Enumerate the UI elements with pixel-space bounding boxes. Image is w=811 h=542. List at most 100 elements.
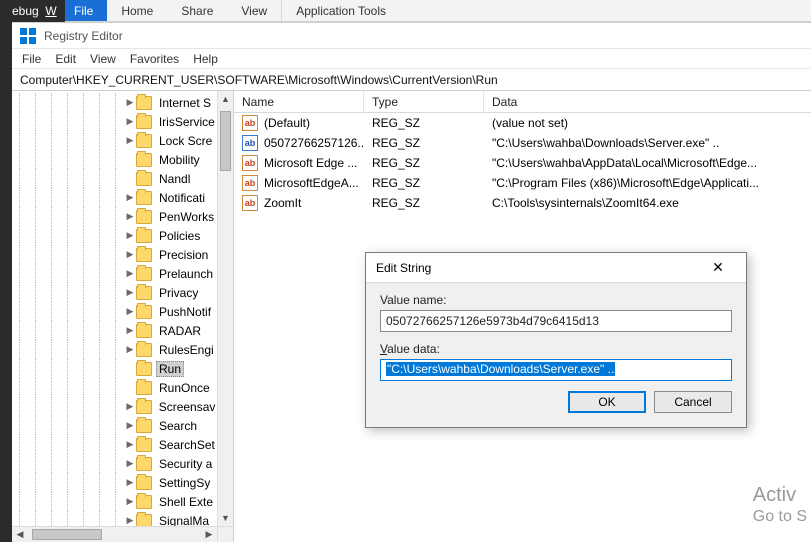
value-row[interactable]: 05072766257126...REG_SZ"C:\Users\wahba\D… (234, 133, 811, 153)
value-row[interactable]: MicrosoftEdgeA...REG_SZ"C:\Program Files… (234, 173, 811, 193)
tree-node[interactable]: ▶SignalMa (12, 511, 217, 526)
scroll-right-icon[interactable]: ▶ (201, 527, 217, 542)
tree-node-label: Shell Exte (156, 494, 216, 510)
string-value-icon (242, 135, 258, 151)
address-bar[interactable]: Computer\HKEY_CURRENT_USER\SOFTWARE\Micr… (12, 69, 811, 91)
expander-icon[interactable]: ▶ (124, 439, 136, 450)
value-name-input[interactable] (380, 310, 732, 332)
ribbon-share-tab[interactable]: Share (167, 0, 227, 21)
folder-icon (136, 514, 152, 527)
expander-icon[interactable]: ▶ (124, 230, 136, 241)
tree-node[interactable]: ▶ Policies (12, 226, 217, 245)
ok-button[interactable]: OK (568, 391, 646, 413)
ribbon-view-tab[interactable]: View (227, 0, 281, 21)
tree-node-label: Screensav (156, 399, 217, 415)
regedit-title: Registry Editor (44, 29, 123, 43)
tree-vscroll-thumb[interactable] (220, 111, 231, 171)
scroll-down-icon[interactable]: ▼ (218, 510, 233, 526)
folder-icon (136, 248, 152, 262)
tree-vscroll[interactable]: ▲ ▼ (217, 91, 233, 526)
tree-node[interactable]: ▶Lock Scre (12, 131, 217, 150)
tree-node[interactable]: ▶ SearchSet (12, 435, 217, 454)
value-name: 05072766257126... (264, 136, 364, 150)
folder-icon (136, 476, 152, 490)
tree-node[interactable]: RunOnce (12, 378, 217, 397)
tree-node[interactable]: ▶Search (12, 416, 217, 435)
folder-icon (136, 172, 152, 186)
value-data-input[interactable]: "C:\Users\wahba\Downloads\Server.exe" .. (380, 359, 732, 381)
menu-edit[interactable]: Edit (55, 52, 76, 66)
expander-icon[interactable]: ▶ (124, 344, 136, 355)
expander-icon[interactable]: ▶ (124, 515, 136, 526)
cancel-button[interactable]: Cancel (654, 391, 732, 413)
tree-node[interactable]: ▶ PenWorks (12, 207, 217, 226)
tree-node[interactable]: ▶ Screensav (12, 397, 217, 416)
col-data[interactable]: Data (484, 91, 811, 112)
tree-node-label: PenWorks (156, 209, 217, 225)
menu-view[interactable]: View (90, 52, 116, 66)
scroll-up-icon[interactable]: ▲ (218, 91, 233, 107)
tree-node[interactable]: Run (12, 359, 217, 378)
tree-hscroll[interactable]: ◀ ▶ (12, 526, 217, 542)
expander-icon[interactable]: ▶ (124, 287, 136, 298)
tree-hscroll-thumb[interactable] (32, 529, 102, 540)
tree-node[interactable]: ▶ Internet S (12, 93, 217, 112)
expander-icon[interactable]: ▶ (124, 458, 136, 469)
expander-icon[interactable]: ▶ (124, 249, 136, 260)
folder-icon (136, 229, 152, 243)
value-data: (value not set) (484, 116, 811, 130)
tree-node[interactable]: ▶ Shell Exte (12, 492, 217, 511)
tree-node-label: SearchSet (156, 437, 217, 453)
tree-node[interactable]: ▶Privacy (12, 283, 217, 302)
dialog-titlebar[interactable]: Edit String ✕ (366, 253, 746, 283)
value-data: "C:\Users\wahba\Downloads\Server.exe" .. (484, 136, 811, 150)
ribbon-app-tools-tab[interactable]: Application Tools (281, 0, 400, 21)
menu-file[interactable]: File (22, 52, 41, 66)
value-data: "C:\Program Files (x86)\Microsoft\Edge\A… (484, 176, 811, 190)
tree-node[interactable]: ▶Precision (12, 245, 217, 264)
folder-icon (136, 191, 152, 205)
expander-icon[interactable]: ▶ (124, 135, 136, 146)
value-type: REG_SZ (364, 156, 484, 170)
value-row[interactable]: Microsoft Edge ...REG_SZ"C:\Users\wahba\… (234, 153, 811, 173)
expander-icon[interactable]: ▶ (124, 420, 136, 431)
expander-icon[interactable]: ▶ (124, 496, 136, 507)
tree-node[interactable]: Nandl (12, 169, 217, 188)
expander-icon[interactable]: ▶ (124, 401, 136, 412)
scroll-left-icon[interactable]: ◀ (12, 527, 28, 542)
tree-node[interactable]: ▶Prelaunch (12, 264, 217, 283)
string-value-icon (242, 175, 258, 191)
expander-icon[interactable]: ▶ (124, 97, 136, 108)
col-name[interactable]: Name (234, 91, 364, 112)
tree-node[interactable]: ▶SettingSy (12, 473, 217, 492)
expander-icon[interactable]: ▶ (124, 306, 136, 317)
tree-node[interactable]: ▶RulesEngi (12, 340, 217, 359)
column-headers[interactable]: Name Type Data (234, 91, 811, 113)
tree-node[interactable]: ▶Notificati (12, 188, 217, 207)
tree-node-label: Internet S (156, 95, 214, 111)
value-data: "C:\Users\wahba\AppData\Local\Microsoft\… (484, 156, 811, 170)
expander-icon[interactable]: ▶ (124, 211, 136, 222)
close-button[interactable]: ✕ (700, 256, 736, 280)
menu-favorites[interactable]: Favorites (130, 52, 179, 66)
tree-node[interactable]: ▶RADAR (12, 321, 217, 340)
registry-tree[interactable]: ▶ Internet S▶IrisService▶Lock ScreMobilit… (12, 91, 217, 526)
value-row[interactable]: ZoomItREG_SZC:\Tools\sysinternals\ZoomIt… (234, 193, 811, 213)
expander-icon[interactable]: ▶ (124, 268, 136, 279)
value-row[interactable]: (Default)REG_SZ(value not set) (234, 113, 811, 133)
expander-icon[interactable]: ▶ (124, 325, 136, 336)
tree-node-label: Policies (156, 228, 203, 244)
ribbon-home-tab[interactable]: Home (107, 0, 167, 21)
menu-help[interactable]: Help (193, 52, 218, 66)
ribbon-file-tab[interactable]: File (60, 0, 107, 21)
col-type[interactable]: Type (364, 91, 484, 112)
tree-node[interactable]: ▶IrisService (12, 112, 217, 131)
expander-icon[interactable]: ▶ (124, 192, 136, 203)
tree-node[interactable]: ▶PushNotif (12, 302, 217, 321)
tree-node[interactable]: Mobility (12, 150, 217, 169)
expander-icon[interactable]: ▶ (124, 116, 136, 127)
tree-node-label: RunOnce (156, 380, 213, 396)
expander-icon[interactable]: ▶ (124, 477, 136, 488)
value-type: REG_SZ (364, 176, 484, 190)
tree-node[interactable]: ▶Security a (12, 454, 217, 473)
